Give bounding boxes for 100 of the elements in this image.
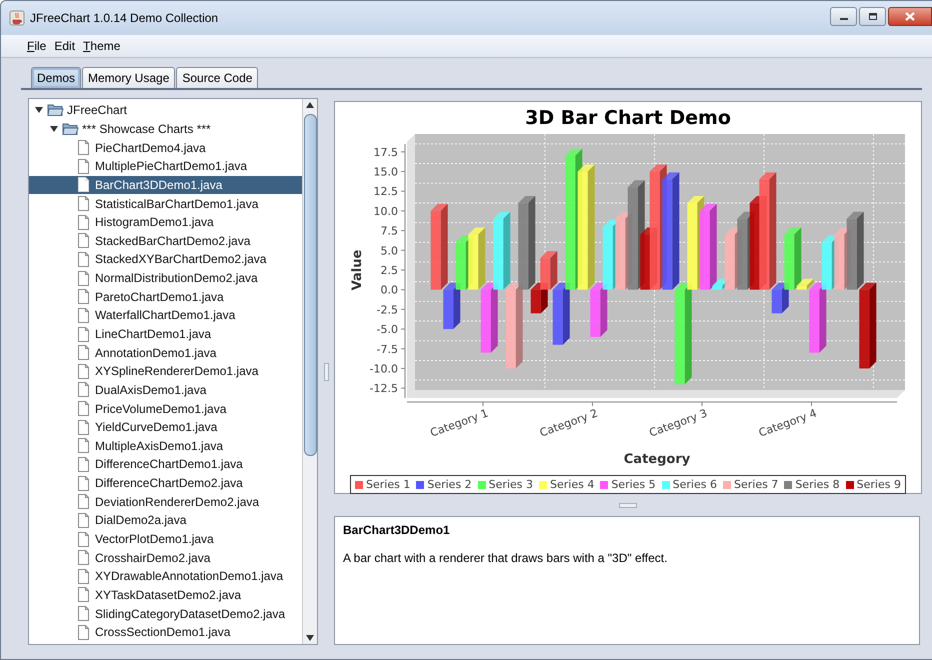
- java-cup-icon: [9, 10, 25, 26]
- y-tick-label: -5.0: [376, 323, 398, 336]
- tree-item[interactable]: DialDemo2a.java: [29, 511, 302, 530]
- tree-item[interactable]: LineChartDemo1.java: [29, 324, 302, 344]
- document-icon: [77, 401, 90, 416]
- document-icon: [77, 214, 90, 230]
- document-icon: [77, 326, 90, 342]
- scroll-down-icon[interactable]: [306, 635, 314, 641]
- document-icon: [77, 568, 90, 584]
- tree-item[interactable]: ParetoChartDemo1.java: [29, 287, 302, 306]
- tree-item[interactable]: CrosshairDemo2.java: [29, 548, 302, 568]
- y-tick-label: 5.0: [380, 244, 398, 258]
- tree-item[interactable]: BarChart3DDemo1.java: [29, 176, 302, 194]
- tab[interactable]: Demos: [31, 67, 82, 88]
- document-icon: [77, 587, 90, 602]
- tree-item[interactable]: XYTaskDatasetDemo2.java: [29, 586, 302, 604]
- minimize-button[interactable]: [830, 7, 857, 26]
- y-tick-label: -7.5: [376, 342, 398, 356]
- splitter-handle[interactable]: [324, 362, 329, 380]
- menu-item[interactable]: Theme: [83, 39, 120, 53]
- folder-icon: [62, 122, 79, 136]
- legend-label: Series 3: [488, 478, 533, 491]
- document-icon: [77, 494, 90, 510]
- bar: [772, 290, 782, 314]
- document-icon: [77, 438, 90, 454]
- document-icon: [77, 512, 90, 528]
- menu-item[interactable]: File: [27, 39, 46, 53]
- document-icon: [77, 270, 90, 286]
- y-tick-label: -2.5: [376, 303, 398, 316]
- y-tick-label: 0.0: [380, 284, 398, 297]
- tree-item[interactable]: YieldCurveDemo1.java: [29, 418, 302, 437]
- y-tick-label: 10.0: [374, 204, 398, 218]
- tree-item[interactable]: StatisticalBarChartDemo1.java: [29, 194, 302, 213]
- expand-triangle-icon[interactable]: [35, 106, 43, 114]
- tree-item[interactable]: AnnotationDemo1.java: [29, 343, 302, 362]
- tree-item[interactable]: DifferenceChartDemo2.java: [29, 474, 302, 492]
- legend-label: Series 8: [795, 478, 840, 491]
- scroll-up-icon[interactable]: [306, 102, 314, 108]
- document-icon: [77, 158, 90, 174]
- folder-icon: [47, 103, 64, 118]
- document-icon: [77, 382, 90, 398]
- tree-item[interactable]: DualAxisDemo1.java: [29, 380, 302, 400]
- document-icon: [77, 196, 90, 212]
- document-icon: [77, 308, 90, 323]
- y-tick-label: 2.5: [380, 264, 398, 277]
- y-tick-label: 17.5: [374, 146, 398, 159]
- y-tick-label: 15.0: [374, 166, 398, 179]
- splitter-handle[interactable]: [619, 502, 637, 508]
- description-title: BarChart3DDemo1: [343, 523, 451, 537]
- document-icon: [77, 252, 90, 267]
- y-tick-label: -10.0: [370, 362, 398, 376]
- chart-title: 3D Bar Chart Demo: [525, 107, 731, 129]
- y-tick-label: -12.5: [370, 382, 398, 396]
- document-icon: [77, 606, 90, 622]
- tree-item[interactable]: PriceVolumeDemo1.java: [29, 399, 302, 418]
- document-icon: [77, 345, 90, 360]
- document-icon: [77, 550, 90, 566]
- tab[interactable]: Source Code: [176, 67, 258, 88]
- legend-label: Series 2: [427, 478, 472, 491]
- tree-item[interactable]: NormalDistributionDemo2.java: [29, 268, 302, 288]
- y-axis-title: Value: [350, 250, 365, 290]
- document-icon: [77, 456, 90, 472]
- document-icon: [77, 364, 90, 379]
- tree-item[interactable]: HistogramDemo1.java: [29, 212, 302, 232]
- tree-item[interactable]: DeviationRendererDemo2.java: [29, 492, 302, 512]
- expand-triangle-icon[interactable]: [50, 124, 58, 133]
- tree-item[interactable]: WaterfallChartDemo1.java: [29, 306, 302, 325]
- tree-item[interactable]: MultiplePieChartDemo1.java: [29, 156, 302, 176]
- tree-item[interactable]: StackedBarChartDemo2.java: [29, 231, 302, 250]
- close-button[interactable]: [888, 7, 932, 26]
- scrollbar[interactable]: [302, 99, 318, 644]
- document-icon: [77, 532, 90, 547]
- tree-item[interactable]: StackedXYBarChartDemo2.java: [29, 250, 302, 269]
- x-axis-title: Category: [624, 452, 690, 467]
- legend-label: Series 1: [366, 478, 410, 491]
- document-icon: [77, 233, 90, 248]
- document-icon: [77, 140, 90, 156]
- document-icon: [77, 289, 90, 304]
- scroll-thumb[interactable]: [304, 114, 317, 456]
- menu-item[interactable]: Edit: [54, 39, 76, 53]
- tree-item[interactable]: VectorPlotDemo1.java: [29, 530, 302, 548]
- legend-label: Series 5: [611, 478, 656, 491]
- y-tick-label: 7.5: [380, 224, 398, 238]
- bar: [796, 286, 807, 290]
- description-text: A bar chart with a renderer that draws bars with a "3D" effect.: [343, 551, 668, 565]
- tree-item[interactable]: CrossSectionDemo1.java: [29, 622, 302, 642]
- tree-item[interactable]: MultipleAxisDemo1.java: [29, 436, 302, 456]
- tree-item[interactable]: *** Showcase Charts ***: [29, 120, 302, 138]
- maximize-button[interactable]: [859, 7, 886, 26]
- tree-item[interactable]: JFreeChart: [29, 101, 302, 120]
- tab[interactable]: Memory Usage: [82, 67, 176, 88]
- legend-label: Series 9: [856, 478, 901, 491]
- document-icon: [77, 476, 90, 491]
- tree-item[interactable]: PieChartDemo4.java: [29, 138, 302, 157]
- tree-item[interactable]: DifferenceChartDemo1.java: [29, 455, 302, 474]
- tree-item[interactable]: SlidingCategoryDatasetDemo2.java: [29, 604, 302, 623]
- bar: [530, 290, 541, 314]
- tree-item[interactable]: XYDrawableAnnotationDemo1.java: [29, 567, 302, 586]
- legend-label: Series 7: [734, 478, 778, 491]
- tree-item[interactable]: XYSplineRendererDemo1.java: [29, 362, 302, 381]
